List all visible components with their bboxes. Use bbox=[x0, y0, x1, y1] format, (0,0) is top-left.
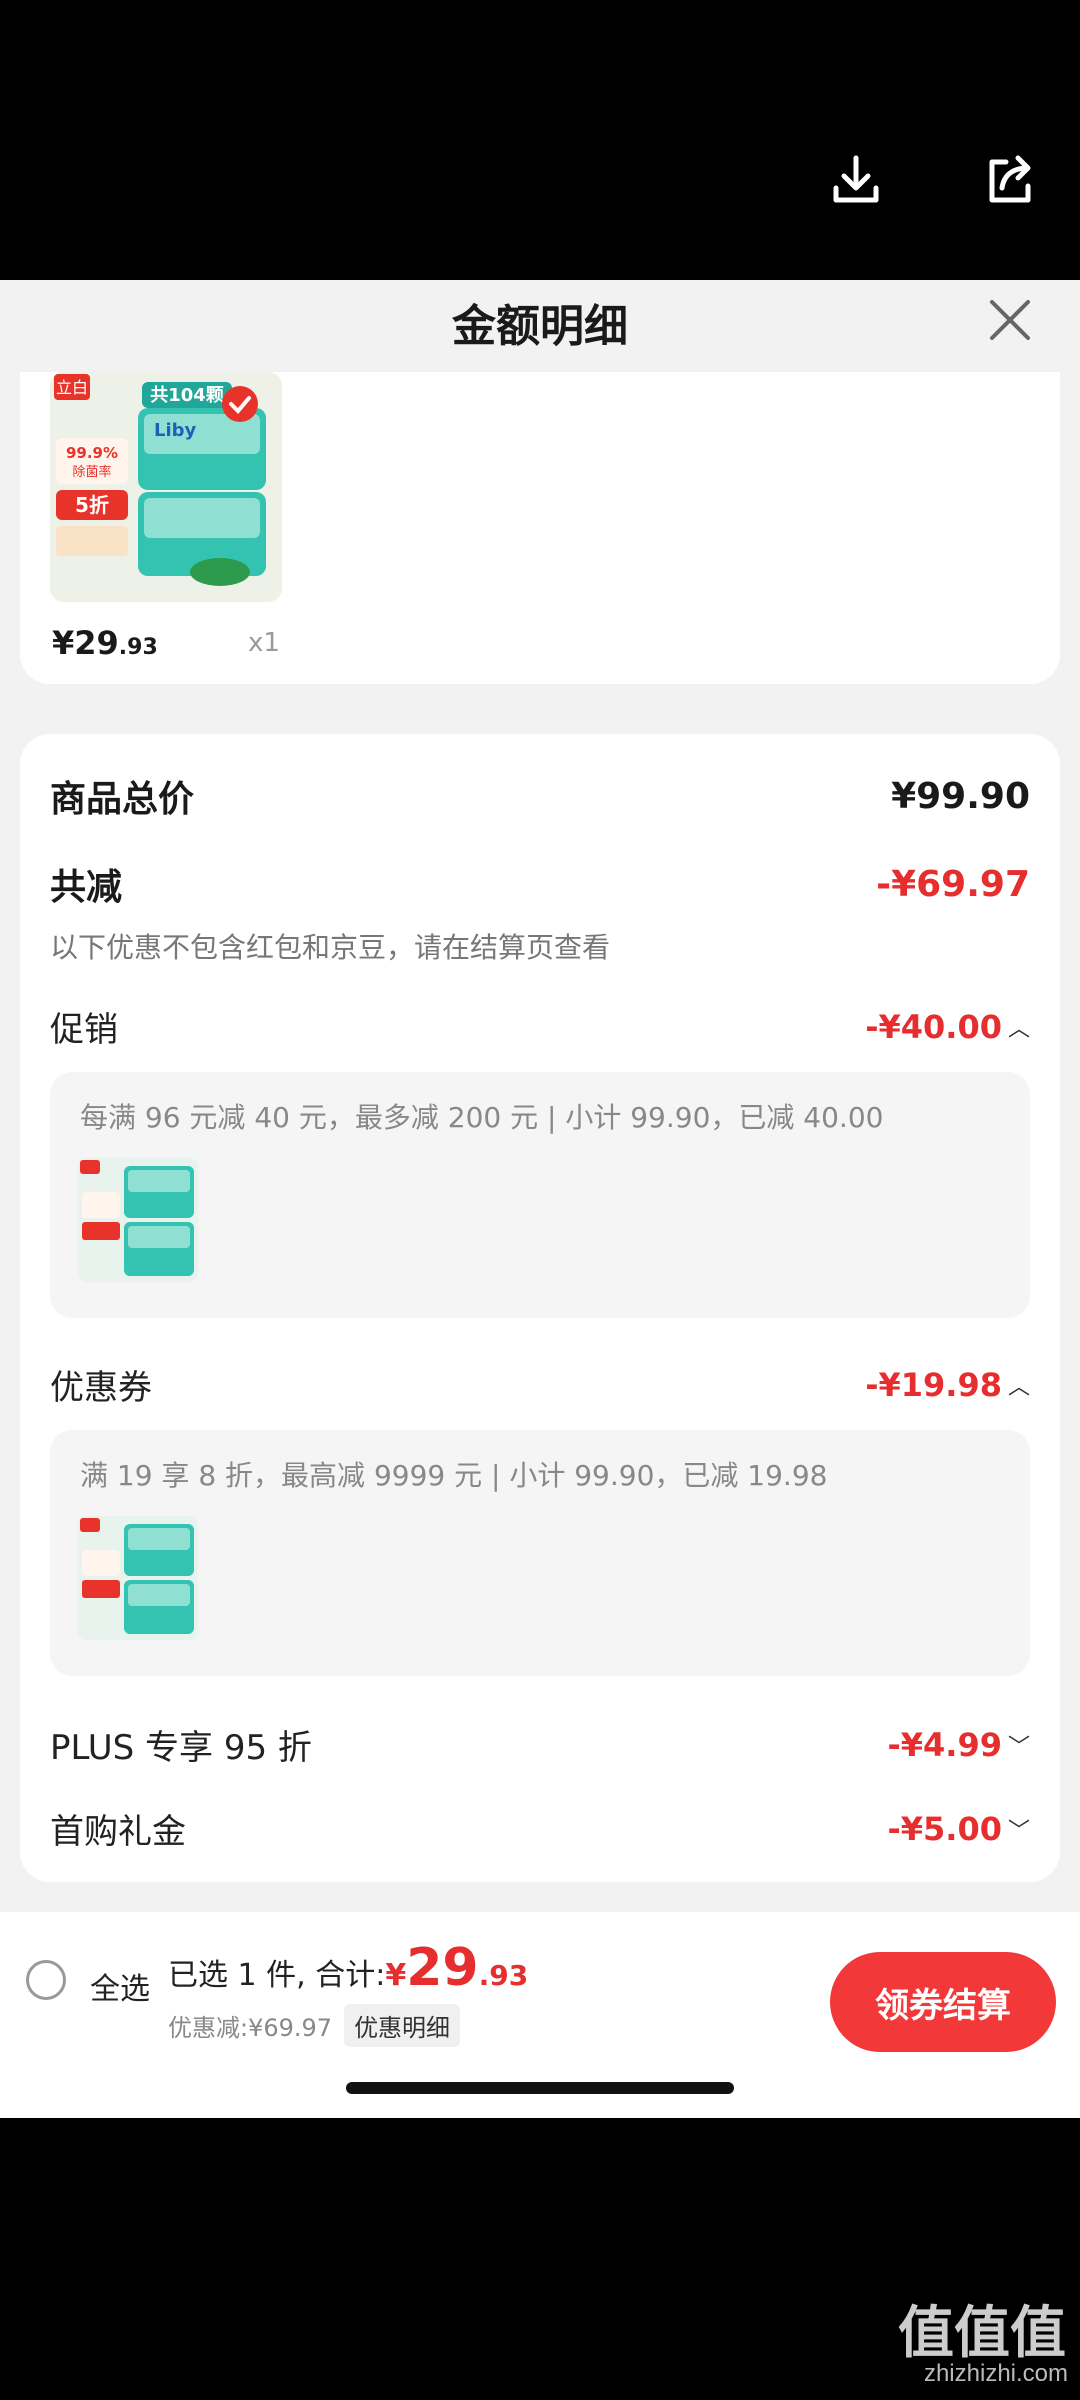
promotion-detail-box: 每满 96 元减 40 元，最多减 200 元 | 小计 99.90，已减 40… bbox=[50, 1072, 1030, 1318]
selected-summary: 已选 1 件, 合计: ¥29.93 bbox=[168, 1938, 529, 1998]
coupon-value: -¥19.98 bbox=[865, 1365, 1002, 1404]
product-price: ¥29.93 bbox=[52, 624, 158, 662]
chevron-down-icon[interactable]: ﹀ bbox=[1008, 1729, 1030, 1761]
coupon-product-thumb[interactable] bbox=[78, 1516, 198, 1640]
coupon-desc: 满 19 享 8 折，最高减 9999 元 | 小计 99.90，已减 19.9… bbox=[80, 1459, 828, 1492]
total-price-value: ¥99.90 bbox=[891, 775, 1030, 817]
coupon-row[interactable]: 优惠券 -¥19.98 ︿ bbox=[50, 1360, 1030, 1409]
total-discount-row: 共减 -¥69.97 bbox=[50, 858, 1030, 910]
svg-text:共104颗: 共104颗 bbox=[150, 385, 224, 406]
chevron-up-icon[interactable]: ︿ bbox=[1008, 1011, 1030, 1043]
total-discount-value: -¥69.97 bbox=[876, 863, 1030, 905]
coupon-detail-box: 满 19 享 8 折，最高减 9999 元 | 小计 99.90，已减 19.9… bbox=[50, 1430, 1030, 1676]
top-bar bbox=[0, 0, 1080, 280]
checkout-bar: 全选 已选 1 件, 合计: ¥29.93 优惠减:¥69.97 优惠明细 领券… bbox=[0, 1912, 1080, 2118]
checkout-total: ¥29.93 bbox=[385, 1938, 529, 1998]
coupon-label: 优惠券 bbox=[50, 1368, 152, 1408]
svg-text:99.9%: 99.9% bbox=[66, 444, 118, 462]
watermark-text: zhizhizhi.com bbox=[923, 2360, 1068, 2387]
select-all-checkbox[interactable] bbox=[26, 1960, 66, 2000]
share-icon[interactable] bbox=[980, 150, 1040, 210]
checkout-discount: 优惠减:¥69.97 优惠明细 bbox=[168, 2004, 461, 2047]
first-purchase-row[interactable]: 首购礼金 -¥5.00 ﹀ bbox=[50, 1804, 1030, 1853]
close-icon[interactable] bbox=[978, 288, 1042, 352]
promotion-product-thumb[interactable] bbox=[78, 1158, 198, 1282]
first-purchase-label: 首购礼金 bbox=[50, 1812, 186, 1852]
select-all-label[interactable]: 全选 bbox=[90, 1964, 150, 2008]
product-card: 立白 共104颗 Liby 99.9% 除菌率 5折 ¥29.93 x1 bbox=[20, 372, 1060, 684]
amount-detail-sheet: 金额明细 立白 共104颗 Liby 99.9% 除菌率 5折 ¥29.93 x… bbox=[0, 280, 1080, 2118]
discount-note: 以下优惠不包含红包和京豆，请在结算页查看 bbox=[50, 931, 611, 964]
total-price-row: 商品总价 ¥99.90 bbox=[50, 770, 1030, 822]
promotion-label: 促销 bbox=[50, 1010, 118, 1050]
home-indicator[interactable] bbox=[346, 2082, 734, 2094]
discount-detail-tag[interactable]: 优惠明细 bbox=[344, 2004, 461, 2047]
svg-text:Liby: Liby bbox=[154, 420, 197, 441]
plus-discount-value: -¥4.99 bbox=[887, 1725, 1002, 1764]
svg-text:除菌率: 除菌率 bbox=[72, 464, 111, 480]
download-icon[interactable] bbox=[826, 150, 886, 210]
product-quantity: x1 bbox=[248, 628, 280, 658]
plus-discount-row[interactable]: PLUS 专享 95 折 -¥4.99 ﹀ bbox=[50, 1720, 1030, 1769]
chevron-down-icon[interactable]: ﹀ bbox=[1008, 1813, 1030, 1845]
brand-corner-text: 立白 bbox=[56, 378, 88, 397]
first-purchase-value: -¥5.00 bbox=[887, 1809, 1002, 1848]
product-image[interactable]: 立白 共104颗 Liby 99.9% 除菌率 5折 bbox=[50, 372, 282, 602]
promotion-value: -¥40.00 bbox=[865, 1007, 1002, 1046]
price-breakdown-card: 商品总价 ¥99.90 共减 -¥69.97 以下优惠不包含红包和京豆，请在结算… bbox=[20, 734, 1060, 1882]
total-discount-label: 共减 bbox=[50, 867, 123, 908]
checkout-button[interactable]: 领券结算 bbox=[830, 1952, 1056, 2052]
plus-discount-label: PLUS 专享 95 折 bbox=[50, 1728, 312, 1768]
watermark-logo: 值值值 bbox=[898, 2301, 1066, 2366]
chevron-up-icon[interactable]: ︿ bbox=[1008, 1369, 1030, 1401]
promotion-row[interactable]: 促销 -¥40.00 ︿ bbox=[50, 1002, 1030, 1051]
sheet-title: 金额明细 bbox=[0, 280, 1080, 372]
total-price-label: 商品总价 bbox=[50, 779, 195, 820]
svg-text:5折: 5折 bbox=[75, 493, 109, 517]
promotion-desc: 每满 96 元减 40 元，最多减 200 元 | 小计 99.90，已减 40… bbox=[80, 1101, 884, 1134]
